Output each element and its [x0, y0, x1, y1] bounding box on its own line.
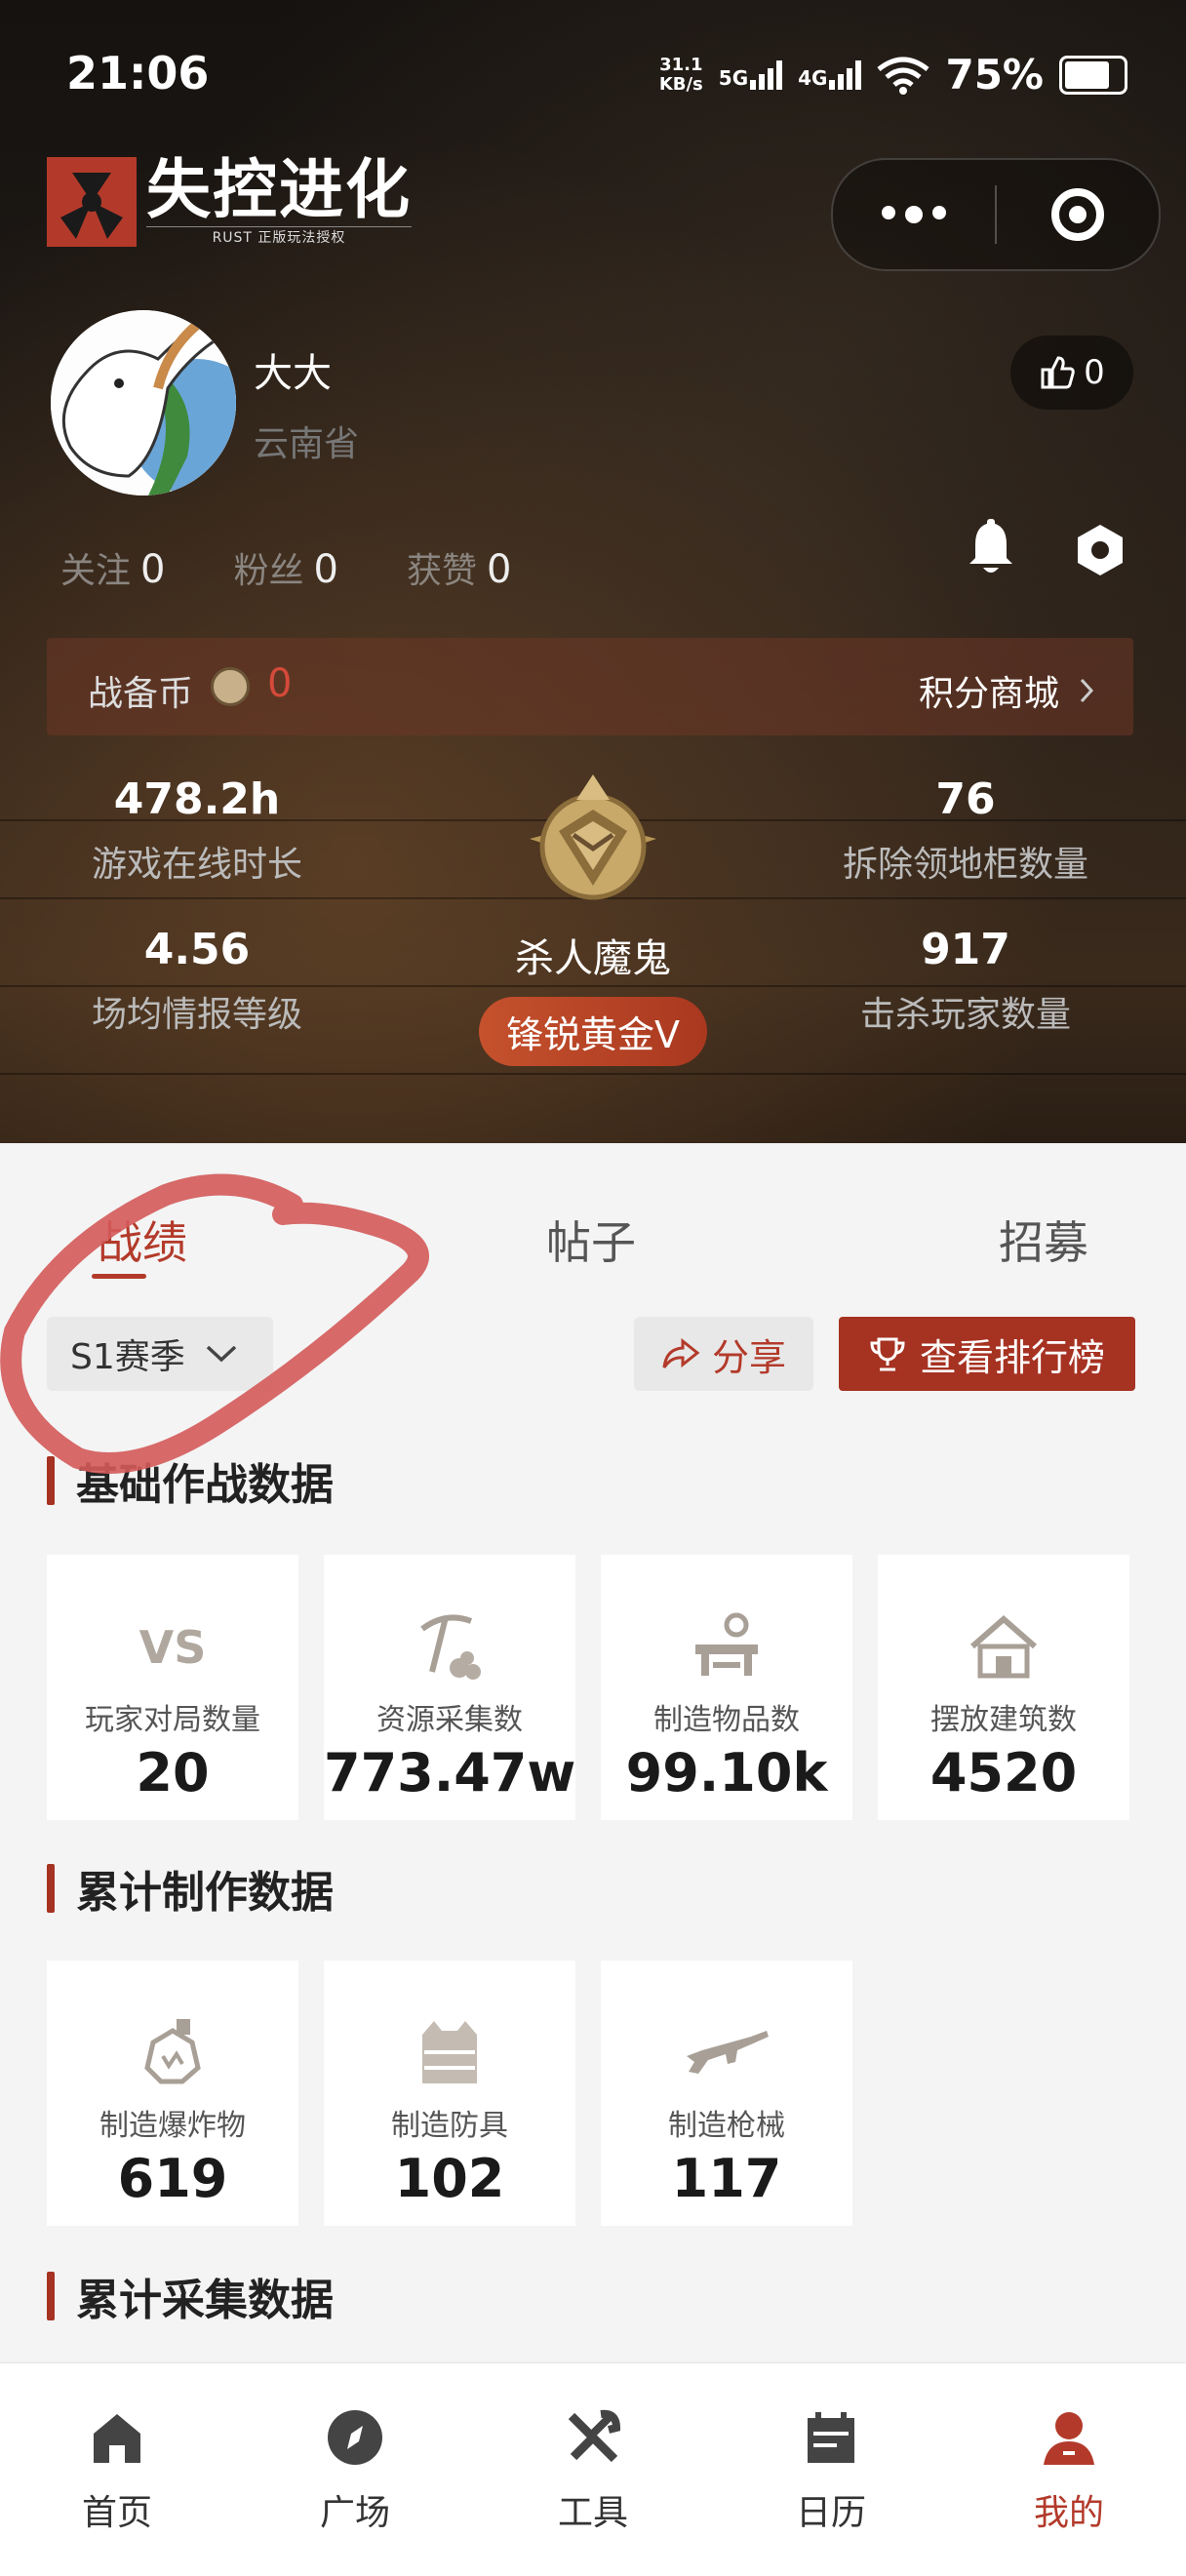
more-menu-icon[interactable]	[833, 206, 995, 223]
profile-location: 云南省	[254, 424, 360, 464]
following-stat[interactable]: 关注 0	[60, 542, 165, 593]
tab-posts[interactable]: 帖子	[546, 1208, 636, 1272]
signal-4g-icon: 4G	[798, 59, 862, 90]
brand-title: 失控进化	[146, 152, 412, 227]
app-logo: 失控进化 RUST 正版玩法授权	[47, 156, 412, 247]
card-resources: 资源采集数 773.47w	[324, 1555, 575, 1820]
section-gathering: 累计采集数据	[47, 2265, 334, 2327]
stat-online-hours: 478.2h 游戏在线时长	[91, 774, 302, 885]
coin-bar: 战备币 0 积分商城	[47, 638, 1133, 735]
status-time: 21:06	[66, 47, 210, 99]
tools-icon	[568, 2409, 621, 2463]
leaderboard-button[interactable]: 查看排行榜	[839, 1317, 1135, 1391]
tab-records[interactable]: 战绩	[98, 1208, 187, 1272]
chevron-right-icon	[1080, 678, 1094, 703]
nav-calendar[interactable]: 日历	[753, 2406, 909, 2535]
thumbs-up-icon	[1041, 356, 1075, 389]
card-armor: 制造防具 102	[324, 1961, 575, 2226]
card-buildings: 摆放建筑数 4520	[878, 1555, 1129, 1820]
brand-subtitle: RUST 正版玩法授权	[146, 226, 412, 247]
miniprogram-capsule	[831, 158, 1161, 271]
coin-label: 战备币	[88, 674, 194, 714]
card-firearms: 制造枪械 117	[601, 1961, 852, 2226]
content-tabs: 战绩 帖子 招募	[0, 1208, 1186, 1286]
armor-vest-icon	[422, 2021, 477, 2083]
social-stats: 关注 0 粉丝 0 获赞 0	[60, 542, 511, 593]
house-icon	[970, 1615, 1037, 1679]
battery-icon	[1059, 55, 1127, 95]
wifi-icon	[877, 57, 930, 95]
network-speed: 31.1 KB/s	[658, 54, 703, 95]
card-crafted-items: 制造物品数 99.10k	[601, 1555, 852, 1820]
home-icon	[94, 2414, 140, 2463]
points-shop-link[interactable]: 积分商城	[919, 665, 1094, 716]
stat-cabinets-destroyed: 76 拆除领地柜数量	[842, 774, 1088, 885]
followers-stat[interactable]: 粉丝 0	[233, 542, 337, 593]
active-tab-indicator	[92, 1274, 146, 1279]
section-basic-combat: 基础作战数据	[47, 1449, 334, 1512]
nav-square[interactable]: 广场	[277, 2406, 433, 2535]
stat-players-killed: 917 击杀玩家数量	[859, 925, 1071, 1035]
explosive-icon	[144, 2019, 201, 2084]
rank-badge-icon	[530, 774, 656, 900]
battery-percent: 75%	[945, 51, 1044, 99]
section-crafting: 累计制作数据	[47, 1857, 334, 1920]
tab-recruit[interactable]: 招募	[999, 1208, 1088, 1272]
nav-mine[interactable]: 我的	[991, 2406, 1147, 2535]
share-button[interactable]: 分享	[634, 1317, 813, 1391]
logo-mark-icon	[47, 156, 137, 247]
workbench-icon	[695, 1612, 758, 1676]
bell-icon[interactable]	[964, 519, 1018, 577]
pickaxe-icon	[420, 1614, 481, 1680]
calendar-icon	[808, 2412, 854, 2463]
trophy-icon	[870, 1337, 905, 1371]
coin-balance: 0	[267, 661, 293, 706]
rifle-icon	[687, 2031, 769, 2074]
rank-tier-badge: 锋锐黄金V	[479, 997, 707, 1066]
profile-name: 大大	[254, 351, 332, 396]
signal-5g-icon: 5G	[719, 59, 783, 90]
compass-icon	[328, 2410, 382, 2465]
svg-text:VS: VS	[139, 1622, 207, 1671]
profile-icon	[1044, 2412, 1094, 2465]
nav-tools[interactable]: 工具	[515, 2406, 671, 2535]
bottom-nav: 首页 广场 工具 日历 我的	[0, 2362, 1186, 2576]
avatar[interactable]	[51, 310, 236, 495]
rank-title: 杀人魔鬼	[515, 936, 671, 981]
stat-avg-intel: 4.56 场均情报等级	[91, 925, 302, 1035]
settings-hex-icon[interactable]	[1073, 523, 1127, 577]
season-select[interactable]: S1赛季	[47, 1317, 273, 1391]
share-icon	[662, 1337, 700, 1368]
chevron-down-icon	[206, 1345, 236, 1363]
coin-icon	[211, 667, 250, 706]
like-button[interactable]: 0	[1010, 336, 1133, 410]
status-bar: 21:06 31.1 KB/s 5G 4G 75%	[0, 0, 1186, 137]
nav-home[interactable]: 首页	[39, 2406, 195, 2535]
rank-panel[interactable]: 杀人魔鬼 锋锐黄金V	[447, 771, 739, 1066]
card-matches: VS 玩家对局数量 20	[47, 1555, 298, 1820]
card-explosives: 制造爆炸物 619	[47, 1961, 298, 2226]
close-miniprogram-icon[interactable]	[997, 188, 1159, 241]
vs-icon: VS	[139, 1622, 207, 1671]
like-count: 0	[1084, 353, 1105, 392]
likes-received-stat[interactable]: 获赞 0	[407, 542, 511, 593]
